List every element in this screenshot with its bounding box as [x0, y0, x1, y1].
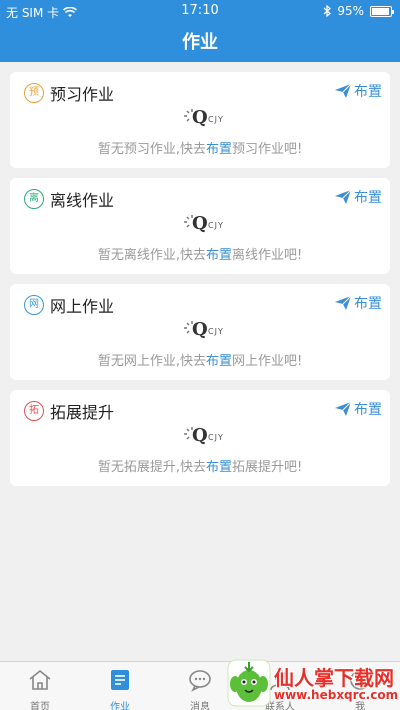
- assign-button[interactable]: 布置: [335, 81, 382, 101]
- assign-button[interactable]: 布置: [335, 187, 382, 207]
- cjy-logo: Q CJY: [182, 213, 232, 235]
- tab-home[interactable]: 首页: [0, 662, 80, 710]
- cjy-logo: Q CJY: [182, 319, 232, 341]
- assign-button[interactable]: 布置: [335, 293, 382, 313]
- tab-label: 作业: [110, 702, 130, 710]
- card-extension: 拓 拓展提升 布置 Q CJY 暂无拓展提升,快去布置拓展提升吧!: [10, 390, 390, 486]
- bluetooth-icon: [323, 5, 332, 17]
- assign-button[interactable]: 布置: [335, 399, 382, 419]
- homework-icon: [111, 670, 129, 690]
- assign-label: 布置: [354, 84, 382, 100]
- empty-message: 暂无拓展提升,快去布置拓展提升吧!: [97, 460, 303, 475]
- cjy-logo: Q CJY: [182, 425, 232, 447]
- offline-badge-icon: 离: [24, 189, 44, 209]
- cactus-logo-icon: [227, 659, 271, 707]
- watermark-url: www.hebxqrc.com: [274, 688, 399, 702]
- extension-badge-icon: 拓: [24, 401, 44, 421]
- status-bar: 无 SIM 卡 17:10 95%: [0, 0, 400, 22]
- paper-plane-icon: [335, 84, 351, 98]
- card-title: 离线作业: [50, 191, 115, 210]
- tab-label: 首页: [30, 702, 50, 710]
- cjy-logo: Q CJY: [182, 107, 232, 129]
- battery-percent: 95%: [337, 4, 364, 18]
- assign-label: 布置: [354, 296, 382, 312]
- card-offline-homework: 离 离线作业 布置 Q CJY 暂无离线作业,快去布置离线作业吧!: [10, 178, 390, 274]
- card-title: 网上作业: [50, 297, 115, 316]
- tab-homework[interactable]: 作业: [80, 662, 160, 710]
- card-title: 拓展提升: [50, 403, 115, 422]
- card-title: 预习作业: [50, 85, 115, 104]
- empty-message: 暂无网上作业,快去布置网上作业吧!: [97, 354, 303, 369]
- assign-link[interactable]: 布置: [206, 142, 232, 157]
- online-badge-icon: 网: [24, 295, 44, 315]
- empty-message: 暂无预习作业,快去布置预习作业吧!: [97, 142, 303, 157]
- home-icon: [29, 669, 51, 690]
- watermark-text: 仙人掌下载网: [274, 666, 394, 690]
- assign-label: 布置: [354, 190, 382, 206]
- message-icon: [189, 670, 211, 692]
- empty-message: 暂无离线作业,快去布置离线作业吧!: [97, 248, 303, 263]
- battery-icon: [370, 5, 394, 17]
- page-title: 作业: [182, 32, 218, 53]
- assign-label: 布置: [354, 402, 382, 418]
- app-header: 无 SIM 卡 17:10 95% 作业: [0, 0, 400, 62]
- card-preview-homework: 预 预习作业 布置 Q CJY 暂无预习作业,快去布置预习作业吧!: [10, 72, 390, 168]
- assign-link[interactable]: 布置: [206, 354, 232, 369]
- preview-badge-icon: 预: [24, 83, 44, 103]
- paper-plane-icon: [335, 296, 351, 310]
- card-online-homework: 网 网上作业 布置 Q CJY 暂无网上作业,快去布置网上作业吧!: [10, 284, 390, 380]
- watermark: 仙人掌下载网 www.hebxqrc.com: [222, 656, 400, 710]
- assign-link[interactable]: 布置: [206, 460, 232, 475]
- paper-plane-icon: [335, 402, 351, 416]
- assign-link[interactable]: 布置: [206, 248, 232, 263]
- paper-plane-icon: [335, 190, 351, 204]
